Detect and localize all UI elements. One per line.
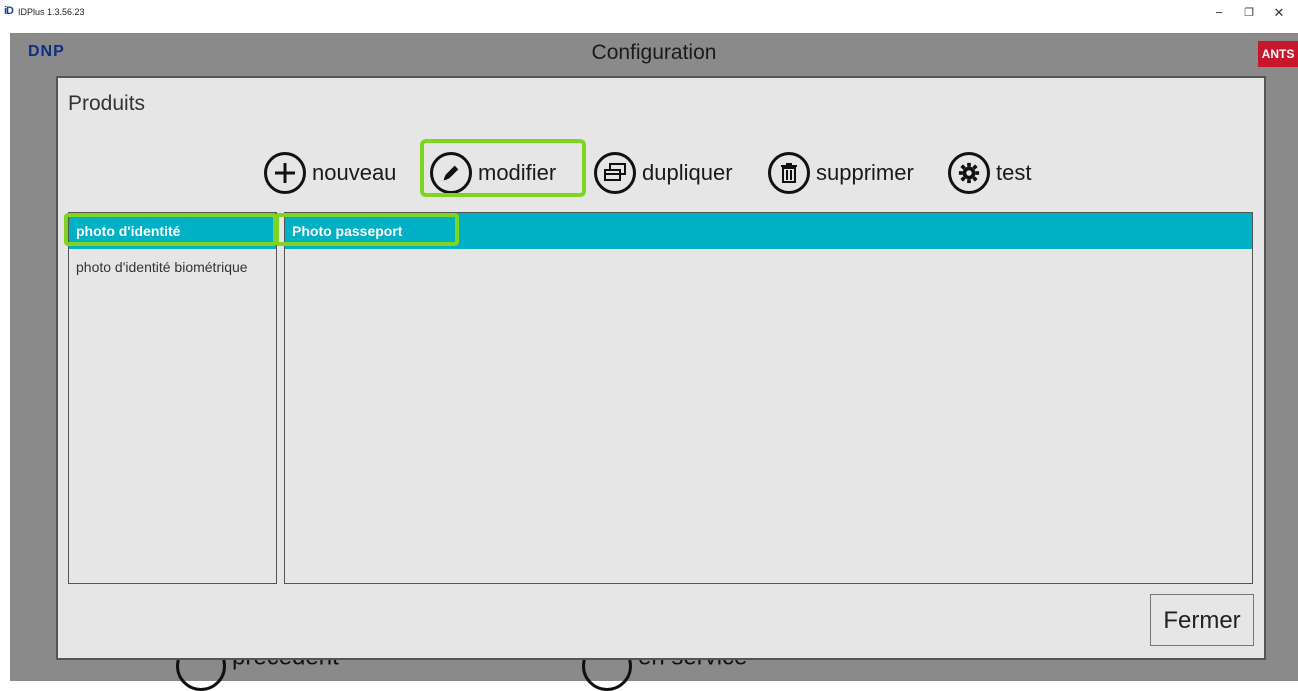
category-highlight-box: [64, 213, 277, 246]
page-title: Configuration: [591, 41, 717, 64]
trash-icon: [768, 152, 810, 194]
modify-highlight-box: [420, 139, 586, 197]
duplicate-button[interactable]: dupliquer: [594, 148, 733, 198]
maximize-button[interactable]: ❐: [1234, 4, 1264, 22]
delete-label: supprimer: [816, 160, 914, 185]
dialog-title: Produits: [68, 92, 146, 115]
product-highlight-box: [275, 213, 459, 246]
ants-badge: ANTS: [1258, 41, 1298, 67]
products-dialog: Produits nouveau modifier dupliquer supp…: [56, 76, 1266, 660]
close-button[interactable]: Fermer: [1150, 594, 1254, 646]
category-list[interactable]: photo d'identité photo d'identité biomét…: [68, 212, 277, 584]
new-label: nouveau: [312, 160, 397, 185]
delete-button[interactable]: supprimer: [768, 148, 914, 198]
app-header: DNP Configuration ANTS: [10, 33, 1298, 73]
close-window-button[interactable]: ✕: [1264, 4, 1294, 22]
app-icon: iD: [4, 5, 14, 17]
test-label: test: [996, 160, 1032, 185]
duplicate-label: dupliquer: [642, 160, 733, 185]
duplicate-icon: [594, 152, 636, 194]
product-list[interactable]: Photo passeport: [284, 212, 1253, 584]
minimize-button[interactable]: −: [1204, 4, 1234, 22]
plus-icon: [264, 152, 306, 194]
window-titlebar: iD IDPlus 1.3.56.23 − ❐ ✕: [0, 0, 1298, 26]
category-item-photo-identite-biometrique[interactable]: photo d'identité biométrique: [69, 249, 276, 285]
gear-icon: [948, 152, 990, 194]
test-button[interactable]: test: [948, 148, 1031, 198]
new-button[interactable]: nouveau: [264, 148, 396, 198]
window-title: IDPlus 1.3.56.23: [18, 7, 85, 17]
